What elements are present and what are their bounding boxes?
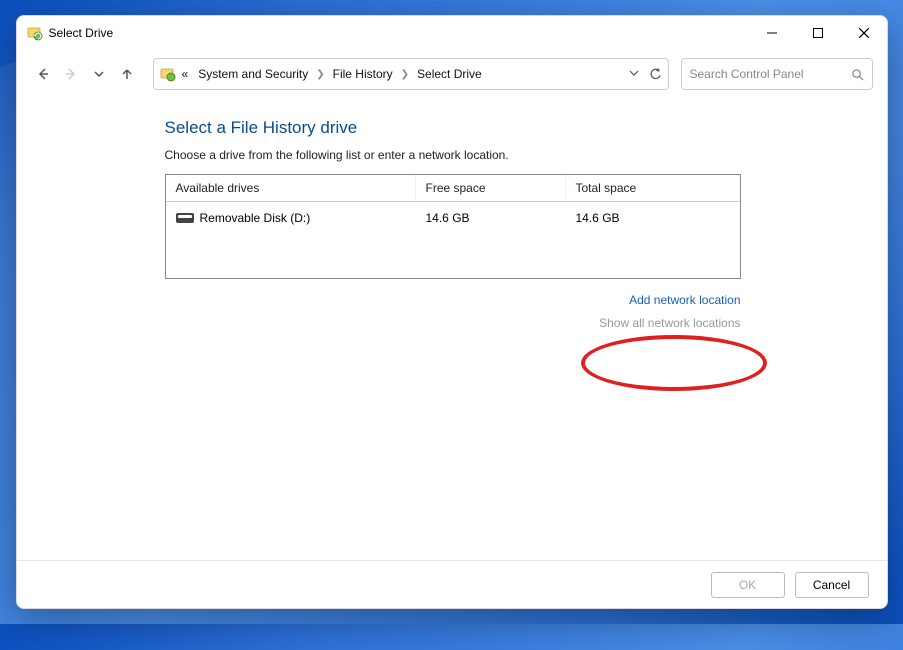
up-button[interactable] [115,62,139,86]
app-icon [27,25,43,41]
breadcrumb-item[interactable]: File History [329,65,397,83]
footer: OK Cancel [17,560,887,608]
window: Select Drive [16,15,888,609]
window-title: Select Drive [49,26,114,40]
page-subtext: Choose a drive from the following list o… [165,148,869,162]
breadcrumb-item[interactable]: Select Drive [413,65,486,83]
table-header: Available drives Free space Total space [166,175,740,202]
drive-free: 14.6 GB [426,211,470,225]
removable-disk-icon [176,213,194,223]
cancel-button[interactable]: Cancel [795,572,869,598]
search-box[interactable]: Search Control Panel [681,58,873,90]
back-button[interactable] [31,62,55,86]
show-all-network-locations-link[interactable]: Show all network locations [599,312,740,335]
drive-name: Removable Disk (D:) [200,211,311,225]
address-icon [160,66,176,82]
col-header-drives[interactable]: Available drives [166,175,416,201]
drive-total: 14.6 GB [576,211,620,225]
table-row[interactable]: Removable Disk (D:) 14.6 GB 14.6 GB [166,202,740,278]
chevron-right-icon[interactable]: ❯ [399,69,411,80]
breadcrumb-prefix: « [178,65,193,83]
titlebar: Select Drive [17,16,887,50]
maximize-button[interactable] [795,16,841,50]
address-dropdown-button[interactable] [629,68,639,81]
content: Select a File History drive Choose a dri… [17,98,887,560]
forward-button[interactable] [59,62,83,86]
page-heading: Select a File History drive [165,118,869,138]
recent-locations-button[interactable] [87,62,111,86]
minimize-button[interactable] [749,16,795,50]
add-network-location-link[interactable]: Add network location [629,289,740,312]
ok-button[interactable]: OK [711,572,785,598]
search-icon [851,68,864,81]
chevron-right-icon[interactable]: ❯ [314,69,326,80]
close-button[interactable] [841,16,887,50]
col-header-total[interactable]: Total space [566,175,740,201]
breadcrumb-item[interactable]: System and Security [194,65,312,83]
search-placeholder: Search Control Panel [690,67,851,81]
annotation-ellipse [581,335,767,391]
refresh-button[interactable] [649,68,662,81]
action-links: Add network location Show all network lo… [165,289,741,335]
col-header-free[interactable]: Free space [416,175,566,201]
drives-table: Available drives Free space Total space … [165,174,741,279]
address-bar[interactable]: « System and Security ❯ File History ❯ S… [153,58,669,90]
toolbar: « System and Security ❯ File History ❯ S… [17,50,887,98]
